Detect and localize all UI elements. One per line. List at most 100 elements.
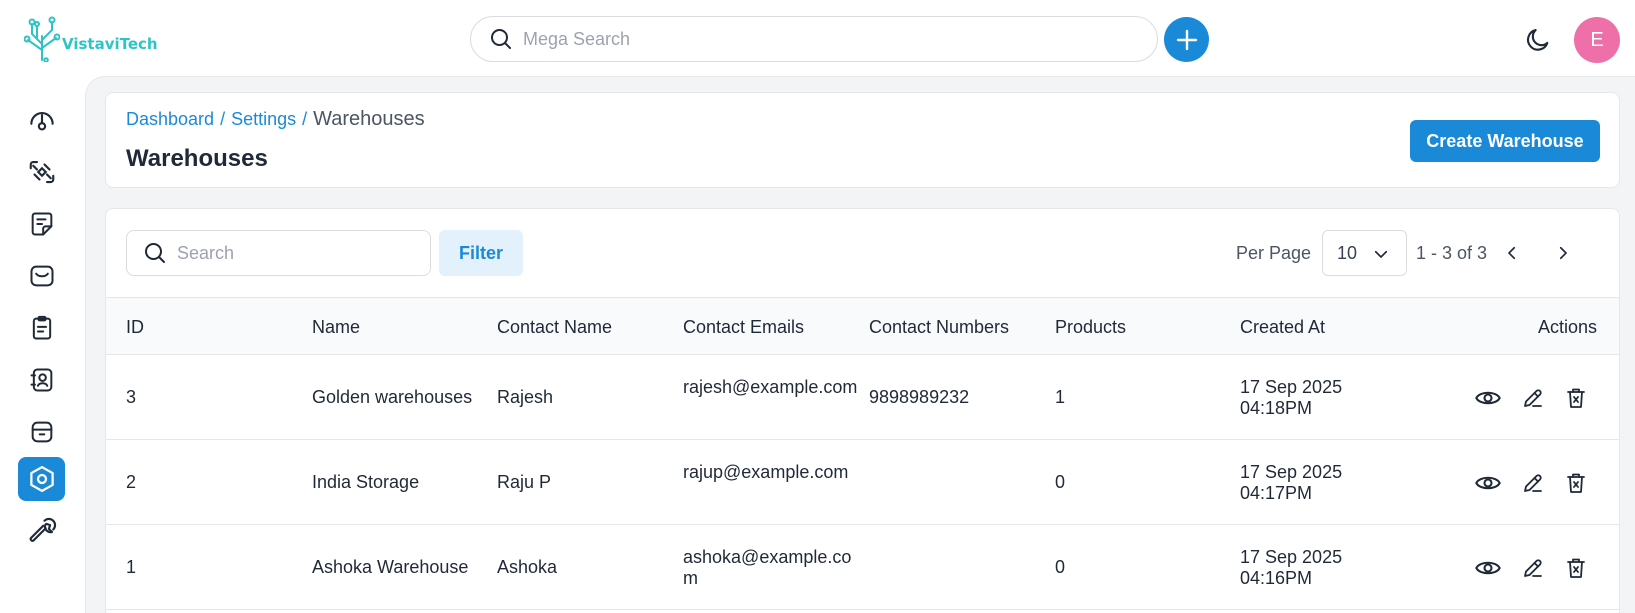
cell-contact-name: Rajesh [497, 387, 554, 407]
next-page-button[interactable] [1550, 240, 1576, 266]
delete-button[interactable] [1562, 554, 1590, 582]
cell-name: India Storage [312, 472, 420, 492]
eye-icon [1475, 476, 1501, 490]
cell-id: 2 [126, 472, 137, 492]
column-header-contact-emails[interactable]: Contact Emails [683, 317, 804, 338]
created-date: 17 Sep 2025 [1240, 377, 1343, 397]
wrench-icon [29, 517, 56, 542]
page-header-card: Dashboard / Settings / Warehouses Wareho… [105, 92, 1620, 188]
circuit-tree-logo-icon [24, 16, 60, 62]
contacts-icon [30, 368, 52, 392]
trash-icon [1567, 558, 1585, 578]
column-header-contact-name[interactable]: Contact Name [497, 317, 612, 338]
sidebar-item-orders[interactable] [18, 306, 65, 350]
column-header-id[interactable]: ID [126, 317, 144, 338]
pencil-icon [1524, 389, 1542, 407]
per-page-label: Per Page [1236, 243, 1312, 263]
quick-add-button[interactable] [1164, 17, 1209, 62]
mega-search-bar[interactable] [470, 16, 1158, 62]
sidebar [0, 76, 85, 613]
sidebar-item-notes[interactable] [18, 202, 65, 246]
sidebar-item-archive[interactable] [18, 410, 65, 454]
sidebar-item-contacts[interactable] [18, 358, 65, 402]
cell-name: Ashoka Warehouse [312, 557, 469, 577]
trash-icon [1567, 473, 1585, 493]
view-button[interactable] [1474, 384, 1502, 412]
per-page-select[interactable]: 10 [1322, 230, 1407, 276]
column-header-created-at[interactable]: Created At [1240, 317, 1325, 338]
view-button[interactable] [1474, 554, 1502, 582]
created-time: 04:18PM [1240, 398, 1313, 418]
column-header-name[interactable]: Name [312, 317, 360, 338]
table-search-input[interactable] [177, 242, 417, 264]
sidebar-item-tools[interactable] [18, 510, 65, 554]
breadcrumb-separator: / [302, 109, 308, 129]
cell-contact-email: ashoka@example.com [683, 547, 852, 588]
user-avatar[interactable]: E [1574, 17, 1620, 63]
cell-created-at: 17 Sep 2025 04:17PM [1240, 462, 1342, 504]
table-row[interactable]: 2 India Storage Raju P rajup@example.com… [106, 440, 1619, 525]
previous-page-button[interactable] [1499, 240, 1525, 266]
sidebar-item-dashboard[interactable] [18, 98, 65, 142]
mega-search-input[interactable] [523, 28, 1083, 50]
filter-button[interactable]: Filter [439, 230, 523, 276]
cell-id: 1 [126, 557, 137, 577]
cell-created-at: 17 Sep 2025 04:18PM [1240, 377, 1342, 419]
trash-icon [1567, 388, 1585, 408]
delete-button[interactable] [1562, 384, 1590, 412]
edit-button[interactable] [1519, 384, 1547, 412]
breadcrumb-separator: / [220, 109, 226, 129]
table-row[interactable]: 3 Golden warehouses Rajesh rajesh@exampl… [106, 355, 1619, 440]
search-icon [491, 29, 511, 49]
breadcrumb-current: Warehouses [313, 108, 425, 130]
notes-icon [31, 212, 52, 236]
per-page-value: 10 [1337, 242, 1358, 263]
pagination-range: 1 - 3 of 3 [1416, 243, 1488, 263]
edit-button[interactable] [1519, 469, 1547, 497]
cell-contact-email: rajup@example.com [683, 462, 849, 482]
cell-contact-number: 9898989232 [869, 387, 970, 407]
eye-icon [1475, 391, 1501, 405]
create-warehouse-button[interactable]: Create Warehouse [1410, 120, 1600, 162]
brand-logo[interactable]: VistaviTech [24, 16, 158, 62]
pencil-icon [1524, 559, 1542, 577]
cell-contact-name: Ashoka [497, 557, 558, 577]
cell-products: 0 [1055, 472, 1066, 492]
breadcrumb-dashboard-link[interactable]: Dashboard [126, 109, 214, 130]
dark-mode-moon-icon[interactable] [1524, 26, 1552, 54]
cell-products: 1 [1055, 387, 1066, 407]
pencil-icon [1524, 474, 1542, 492]
search-icon [145, 243, 165, 263]
dashboard-gauge-icon [29, 112, 54, 131]
column-header-actions: Actions [1538, 317, 1598, 337]
inbox-icon [30, 265, 53, 287]
view-button[interactable] [1474, 469, 1502, 497]
cell-name: Golden warehouses [312, 387, 473, 407]
table-header: ID Name Contact Name Contact Emails Cont… [106, 297, 1619, 355]
delete-button[interactable] [1562, 469, 1590, 497]
plus-icon [1176, 29, 1197, 50]
eye-icon [1475, 561, 1501, 575]
orders-clipboard-icon [32, 315, 51, 340]
settings-hexagon-icon [29, 466, 54, 492]
breadcrumb-settings-link[interactable]: Settings [231, 109, 296, 130]
cell-contact-email: rajesh@example.com [683, 377, 858, 397]
page-title: Warehouses [126, 145, 268, 172]
cell-products: 0 [1055, 557, 1066, 577]
created-time: 04:16PM [1240, 568, 1313, 588]
integrations-icon [29, 160, 54, 184]
sidebar-item-settings[interactable] [18, 457, 65, 501]
cell-created-at: 17 Sep 2025 04:16PM [1240, 547, 1342, 589]
warehouses-table-card: Filter Per Page 10 1 - 3 of 3 ID Name Co… [105, 208, 1620, 613]
column-header-products[interactable]: Products [1055, 317, 1126, 338]
sidebar-item-integrations[interactable] [18, 150, 65, 194]
breadcrumb: Dashboard / Settings / Warehouses [126, 108, 425, 131]
table-search-box[interactable] [126, 230, 431, 276]
chevron-right-icon [1559, 246, 1567, 260]
sidebar-item-inbox[interactable] [18, 254, 65, 298]
created-date: 17 Sep 2025 [1240, 547, 1343, 567]
edit-button[interactable] [1519, 554, 1547, 582]
table-row[interactable]: 1 Ashoka Warehouse Ashoka ashoka@example… [106, 525, 1619, 610]
column-header-contact-numbers[interactable]: Contact Numbers [869, 317, 1009, 338]
archive-icon [31, 421, 52, 443]
